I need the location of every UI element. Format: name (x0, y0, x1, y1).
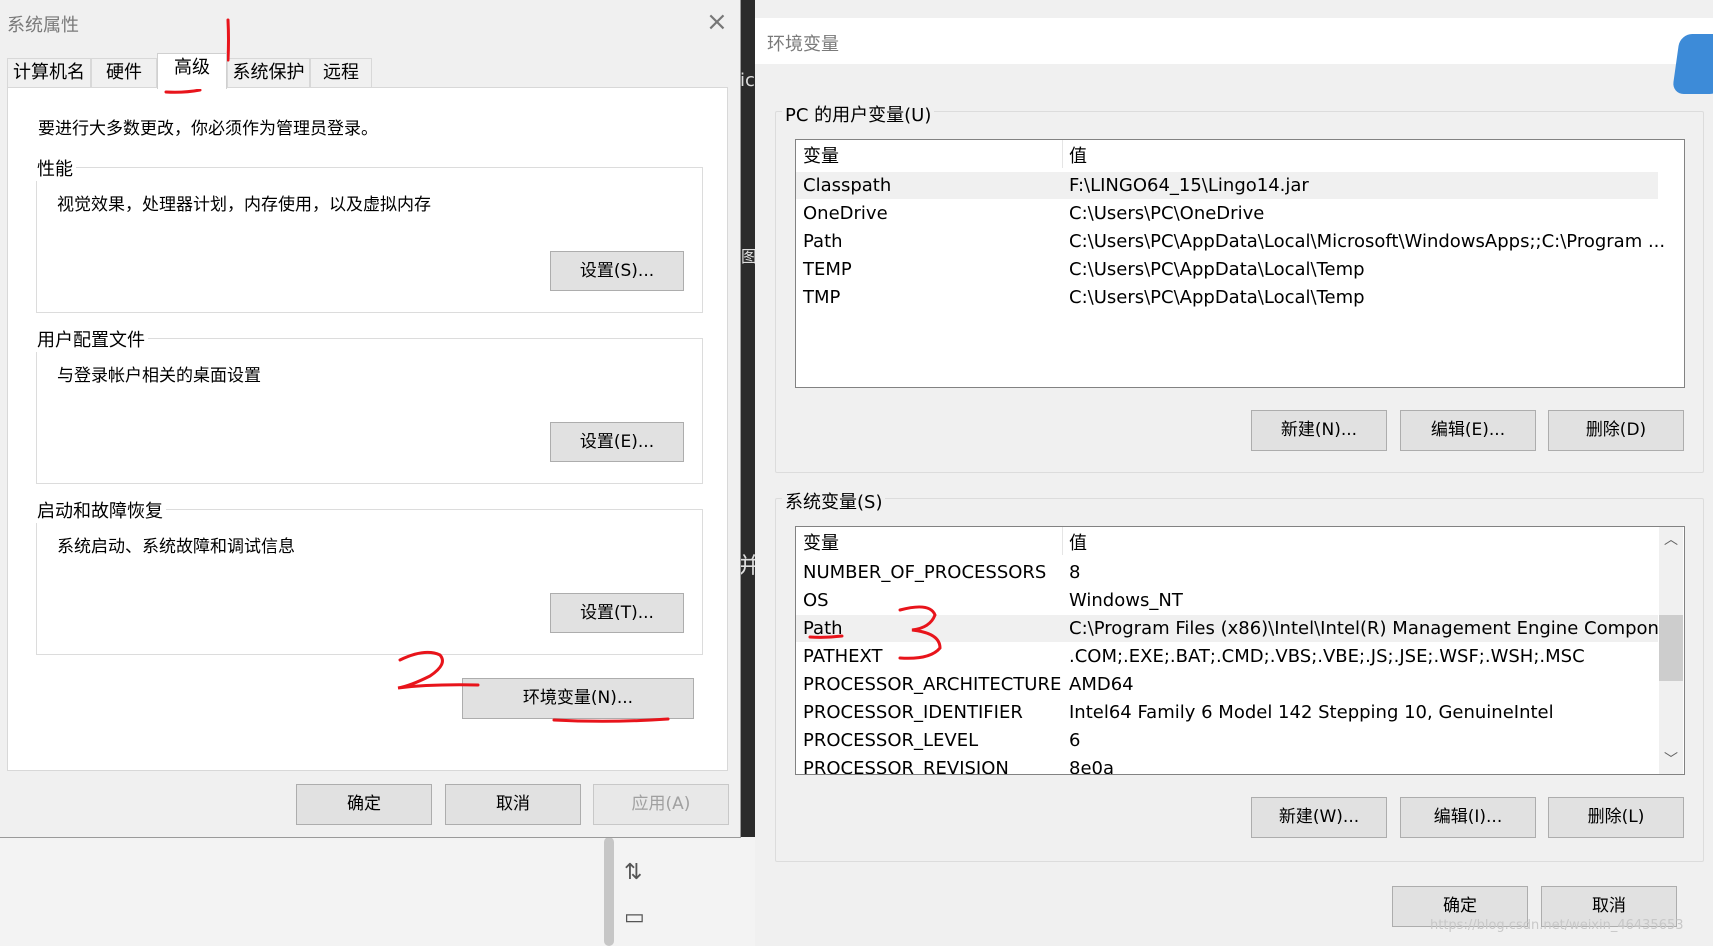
variable-name: OneDrive (803, 203, 888, 224)
group-title: PC 的用户变量(U) (782, 101, 935, 127)
variable-name: Classpath (803, 175, 892, 196)
system-delete-button[interactable]: 删除(L) (1548, 797, 1684, 838)
group-title: 启动和故障恢复 (34, 497, 166, 523)
tab-advanced[interactable]: 高级 (157, 53, 227, 89)
vertical-scrollbar[interactable]: ︿ ﹀ (1659, 527, 1683, 774)
list-item[interactable]: OneDrive C:\Users\PC\OneDrive (796, 200, 1658, 227)
expand-arrows-icon[interactable]: ⇅ (624, 860, 642, 885)
list-item[interactable]: Path C:\Users\PC\AppData\Local\Microsoft… (796, 228, 1665, 255)
scroll-down-arrow-icon[interactable]: ﹀ (1664, 749, 1678, 769)
variable-name: PROCESSOR_REVISION (803, 758, 1009, 775)
user-edit-button[interactable]: 编辑(E)... (1400, 410, 1536, 451)
apply-button: 应用(A) (593, 784, 729, 825)
scrollbar-thumb[interactable] (1659, 615, 1683, 681)
list-item[interactable]: NUMBER_OF_PROCESSORS 8 (796, 559, 1658, 586)
advanced-tab-panel: 要进行大多数更改，你必须作为管理员登录。 性能 视觉效果，处理器计划，内存使用，… (7, 87, 728, 771)
list-item[interactable]: Path C:\Program Files (x86)\Intel\Intel(… (796, 615, 1676, 642)
monitor-icon[interactable]: ▭ (624, 905, 645, 930)
scroll-up-arrow-icon[interactable]: ︿ (1664, 529, 1678, 549)
user-delete-button[interactable]: 删除(D) (1548, 410, 1684, 451)
ok-button[interactable]: 确定 (296, 784, 432, 825)
tab-computer-name[interactable]: 计算机名 (7, 58, 91, 87)
variable-value: 8e0a (1069, 758, 1115, 775)
user-profiles-group: 用户配置文件 与登录帐户相关的桌面设置 设置(E)... (34, 326, 703, 484)
close-icon[interactable]: × (706, 9, 728, 35)
list-item[interactable]: PROCESSOR_LEVEL 6 (796, 727, 1658, 754)
group-description: 系统启动、系统故障和调试信息 (57, 537, 295, 557)
system-properties-dialog: 系统属性 × 计算机名 硬件 高级 系统保护 远程 要进行大多数更改，你必须作为… (0, 0, 741, 838)
list-item[interactable]: TMP C:\Users\PC\AppData\Local\Temp (796, 284, 1658, 311)
watermark: https://blog.csdn.net/weixin_46435653 (1430, 918, 1684, 933)
column-header-variable[interactable]: 变量 (803, 142, 839, 168)
variable-value: C:\Users\PC\AppData\Local\Temp (1069, 259, 1365, 280)
system-new-button[interactable]: 新建(W)... (1251, 797, 1387, 838)
tab-system-protection[interactable]: 系统保护 (227, 58, 310, 87)
startup-recovery-group: 启动和故障恢复 系统启动、系统故障和调试信息 设置(T)... (34, 497, 703, 655)
variable-value: .COM;.EXE;.BAT;.CMD;.VBS;.VBE;.JS;.JSE;.… (1069, 646, 1585, 667)
list-item[interactable]: PROCESSOR_IDENTIFIER Intel64 Family 6 Mo… (796, 699, 1658, 726)
variable-value: C:\Users\PC\AppData\Local\Microsoft\Wind… (1069, 231, 1666, 252)
list-item[interactable]: OS Windows_NT (796, 587, 1658, 614)
dialog-title: 环境变量 (767, 34, 839, 55)
variable-value: 8 (1069, 562, 1081, 583)
list-item[interactable]: TEMP C:\Users\PC\AppData\Local\Temp (796, 256, 1658, 283)
group-description: 视觉效果，处理器计划，内存使用，以及虚拟内存 (57, 195, 431, 215)
list-header: 变量 值 (796, 527, 1658, 555)
variable-value: C:\Program Files (x86)\Intel\Intel(R) Ma… (1069, 618, 1677, 639)
variable-name: Path (803, 231, 843, 252)
variable-name: TMP (803, 287, 841, 308)
variable-value: Intel64 Family 6 Model 142 Stepping 10, … (1069, 702, 1554, 723)
environment-variables-button[interactable]: 环境变量(N)... (462, 678, 694, 719)
group-description: 与登录帐户相关的桌面设置 (57, 366, 261, 386)
list-item[interactable]: PROCESSOR_ARCHITECTURE AMD64 (796, 671, 1658, 698)
column-header-value[interactable]: 值 (1069, 529, 1087, 555)
system-edit-button[interactable]: 编辑(I)... (1400, 797, 1536, 838)
variable-value: Windows_NT (1069, 590, 1183, 611)
variable-name: Path (803, 618, 843, 639)
list-header: 变量 值 (796, 140, 1658, 168)
user-new-button[interactable]: 新建(N)... (1251, 410, 1387, 451)
column-divider[interactable] (1062, 527, 1063, 555)
background-window-strip (740, 0, 755, 946)
variable-value: F:\LINGO64_15\Lingo14.jar (1069, 175, 1309, 196)
group-title: 性能 (34, 155, 76, 181)
variable-value: C:\Users\PC\OneDrive (1069, 203, 1265, 224)
variable-value: C:\Users\PC\AppData\Local\Temp (1069, 287, 1365, 308)
variable-name: TEMP (803, 259, 852, 280)
variable-value: AMD64 (1069, 674, 1134, 695)
list-item[interactable]: PATHEXT .COM;.EXE;.BAT;.CMD;.VBS;.VBE;.J… (796, 643, 1658, 670)
env-titlebar: 环境变量 (755, 18, 1713, 64)
variable-name: NUMBER_OF_PROCESSORS (803, 562, 1047, 583)
list-item[interactable]: PROCESSOR_REVISION 8e0a (796, 755, 1658, 775)
variable-name: PATHEXT (803, 646, 883, 667)
tab-hardware[interactable]: 硬件 (91, 58, 157, 87)
startup-recovery-settings-button[interactable]: 设置(T)... (550, 593, 684, 633)
background-scrollbar (604, 837, 614, 946)
variable-name: PROCESSOR_IDENTIFIER (803, 702, 1023, 723)
performance-settings-button[interactable]: 设置(S)... (550, 251, 684, 291)
user-profiles-settings-button[interactable]: 设置(E)... (550, 422, 684, 462)
column-header-value[interactable]: 值 (1069, 142, 1087, 168)
performance-group: 性能 视觉效果，处理器计划，内存使用，以及虚拟内存 设置(S)... (34, 155, 703, 313)
column-header-variable[interactable]: 变量 (803, 529, 839, 555)
cancel-button[interactable]: 取消 (445, 784, 581, 825)
background-text-fragment: ic (740, 70, 755, 91)
group-title: 系统变量(S) (782, 488, 886, 514)
user-variables-list[interactable]: 变量 值 Classpath F:\LINGO64_15\Lingo14.jar… (795, 139, 1685, 388)
system-variables-list[interactable]: 变量 值 NUMBER_OF_PROCESSORS 8 OS Windows_N… (795, 526, 1685, 775)
variable-name: PROCESSOR_ARCHITECTURE (803, 674, 1062, 695)
variable-name: OS (803, 590, 829, 611)
dialog-title: 系统属性 (7, 15, 79, 36)
column-divider[interactable] (1062, 140, 1063, 168)
list-item[interactable]: Classpath F:\LINGO64_15\Lingo14.jar (796, 172, 1658, 199)
variable-value: 6 (1069, 730, 1081, 751)
tab-remote[interactable]: 远程 (310, 58, 372, 87)
group-title: 用户配置文件 (34, 326, 148, 352)
admin-notice: 要进行大多数更改，你必须作为管理员登录。 (38, 119, 378, 139)
variable-name: PROCESSOR_LEVEL (803, 730, 979, 751)
